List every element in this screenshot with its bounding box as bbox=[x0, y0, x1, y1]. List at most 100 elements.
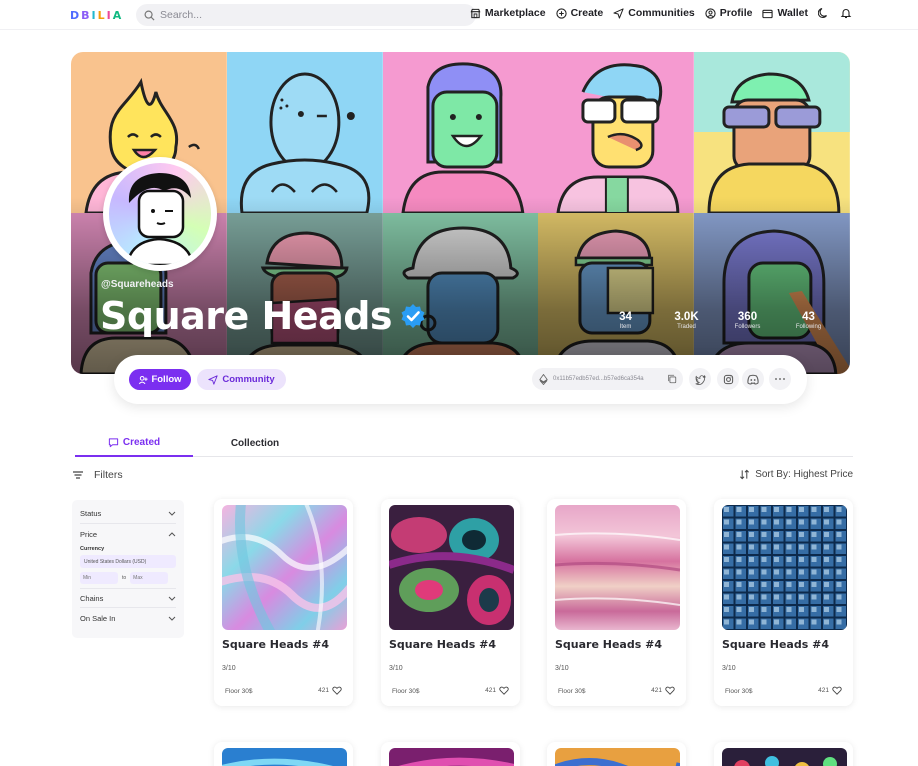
nft-card-partial[interactable] bbox=[547, 742, 686, 766]
filter-status[interactable]: Status bbox=[80, 504, 176, 524]
chevron-down-icon bbox=[168, 596, 176, 601]
follow-label: Follow bbox=[151, 374, 182, 385]
logo-letter: B bbox=[81, 9, 91, 22]
stat-items: 34 Item bbox=[595, 311, 656, 330]
community-button[interactable]: Community bbox=[197, 369, 286, 390]
instagram-button[interactable] bbox=[717, 368, 739, 390]
nft-card-partial[interactable] bbox=[214, 742, 353, 766]
stat-following: 43 Following bbox=[778, 311, 839, 330]
stat-label: Followers bbox=[734, 324, 761, 330]
sort-icon bbox=[740, 469, 750, 480]
tab-created[interactable]: Created bbox=[75, 430, 193, 457]
bell-icon[interactable] bbox=[840, 7, 852, 19]
wallet-address[interactable]: 0x11b57edb57ed...b57ed6ca354a bbox=[532, 368, 683, 390]
chevron-down-icon bbox=[168, 616, 176, 621]
stat-value: 43 bbox=[802, 311, 815, 323]
nft-card-partial[interactable] bbox=[714, 742, 853, 766]
community-label: Community bbox=[222, 374, 275, 385]
nft-card[interactable]: Square Heads #4 3/10 Floor 30$ 421 bbox=[714, 499, 853, 706]
stat-label: Following bbox=[795, 324, 822, 330]
nav-create-label: Create bbox=[570, 7, 604, 19]
stat-label: Item bbox=[619, 324, 632, 330]
nft-card[interactable]: Square Heads #4 3/10 Floor 30$ 421 bbox=[381, 499, 520, 706]
avatar-character bbox=[125, 173, 195, 265]
discord-icon bbox=[747, 374, 759, 385]
moon-icon[interactable] bbox=[818, 7, 830, 19]
nft-floor-price: Floor 30$ bbox=[392, 688, 420, 695]
filter-price[interactable]: Price bbox=[80, 524, 176, 544]
nft-likes[interactable]: 421 bbox=[818, 686, 842, 695]
nav-create[interactable]: Create bbox=[555, 7, 604, 19]
send-icon bbox=[613, 7, 624, 19]
nft-edition: 3/10 bbox=[389, 665, 403, 672]
search-bar[interactable] bbox=[136, 4, 476, 26]
nft-card-partial[interactable] bbox=[381, 742, 520, 766]
search-icon bbox=[144, 10, 155, 21]
follow-button[interactable]: Follow bbox=[129, 369, 191, 390]
stat-value: 360 bbox=[737, 311, 758, 323]
discord-button[interactable] bbox=[742, 368, 764, 390]
nav-wallet-label: Wallet bbox=[777, 7, 808, 19]
nft-image bbox=[555, 748, 680, 766]
nav-profile[interactable]: Profile bbox=[705, 7, 753, 19]
nft-image bbox=[222, 505, 347, 630]
price-max-input[interactable] bbox=[130, 572, 169, 584]
heart-icon bbox=[499, 686, 509, 695]
chevron-down-icon bbox=[168, 511, 176, 516]
user-plus-icon bbox=[139, 375, 149, 384]
tab-collection[interactable]: Collection bbox=[195, 430, 315, 457]
heart-icon bbox=[665, 686, 675, 695]
nft-likes[interactable]: 421 bbox=[651, 686, 675, 695]
logo-letter: L bbox=[97, 9, 106, 22]
profile-tabs: Created Collection bbox=[75, 430, 853, 457]
filters-toggle[interactable]: Filters bbox=[72, 469, 123, 481]
currency-select[interactable]: United States Dollars (USD) bbox=[80, 555, 176, 568]
stat-value: 3.0K bbox=[674, 311, 699, 323]
user-circle-icon bbox=[705, 7, 716, 19]
logo-letter: D bbox=[70, 9, 81, 22]
filters-label: Filters bbox=[94, 469, 123, 481]
nft-floor-price: Floor 30$ bbox=[225, 688, 253, 695]
nft-likes-count: 421 bbox=[651, 687, 662, 694]
logo[interactable]: D B I L I A bbox=[70, 9, 122, 22]
sort-dropdown[interactable]: Sort By: Highest Price bbox=[739, 469, 853, 480]
nft-edition: 3/10 bbox=[722, 665, 736, 672]
nft-image bbox=[389, 748, 514, 766]
filter-status-label: Status bbox=[80, 509, 102, 518]
wallet-address-text: 0x11b57edb57ed...b57ed6ca354a bbox=[553, 376, 644, 382]
top-nav: D B I L I A Marketplace Create Communiti… bbox=[0, 0, 918, 30]
nft-likes-count: 421 bbox=[485, 687, 496, 694]
logo-letter: A bbox=[112, 9, 123, 22]
search-input[interactable] bbox=[160, 9, 460, 21]
tab-collection-label: Collection bbox=[230, 438, 280, 449]
nft-edition: 3/10 bbox=[222, 665, 236, 672]
copy-icon[interactable] bbox=[667, 374, 677, 384]
nft-image bbox=[389, 505, 514, 630]
twitter-button[interactable] bbox=[689, 368, 711, 390]
nft-card[interactable]: Square Heads #4 3/10 Floor 30$ 421 bbox=[547, 499, 686, 706]
ethereum-icon bbox=[539, 373, 548, 385]
store-icon bbox=[470, 8, 481, 18]
nav-communities[interactable]: Communities bbox=[613, 7, 695, 19]
more-options-button[interactable] bbox=[769, 368, 791, 390]
nav-communities-label: Communities bbox=[628, 7, 695, 19]
nav-wallet[interactable]: Wallet bbox=[762, 7, 808, 19]
filter-chains[interactable]: Chains bbox=[80, 588, 176, 608]
nft-card[interactable]: Square Heads #4 3/10 Floor 30$ 421 bbox=[214, 499, 353, 706]
nft-likes[interactable]: 421 bbox=[485, 686, 509, 695]
nav-profile-label: Profile bbox=[719, 7, 753, 19]
stat-label: Traded bbox=[677, 324, 696, 330]
nft-image bbox=[555, 505, 680, 630]
nav-marketplace[interactable]: Marketplace bbox=[470, 7, 546, 19]
chat-icon bbox=[108, 438, 119, 448]
filter-on-sale-in[interactable]: On Sale In bbox=[80, 608, 176, 628]
price-min-input[interactable] bbox=[80, 572, 118, 584]
instagram-icon bbox=[723, 374, 733, 384]
nft-title: Square Heads #4 bbox=[555, 638, 662, 651]
logo-letter: I bbox=[106, 9, 112, 22]
collection-avatar[interactable] bbox=[103, 157, 217, 271]
twitter-icon bbox=[695, 374, 705, 385]
chevron-up-icon bbox=[168, 531, 176, 536]
nft-floor-price: Floor 30$ bbox=[725, 688, 753, 695]
nft-likes[interactable]: 421 bbox=[318, 686, 342, 695]
